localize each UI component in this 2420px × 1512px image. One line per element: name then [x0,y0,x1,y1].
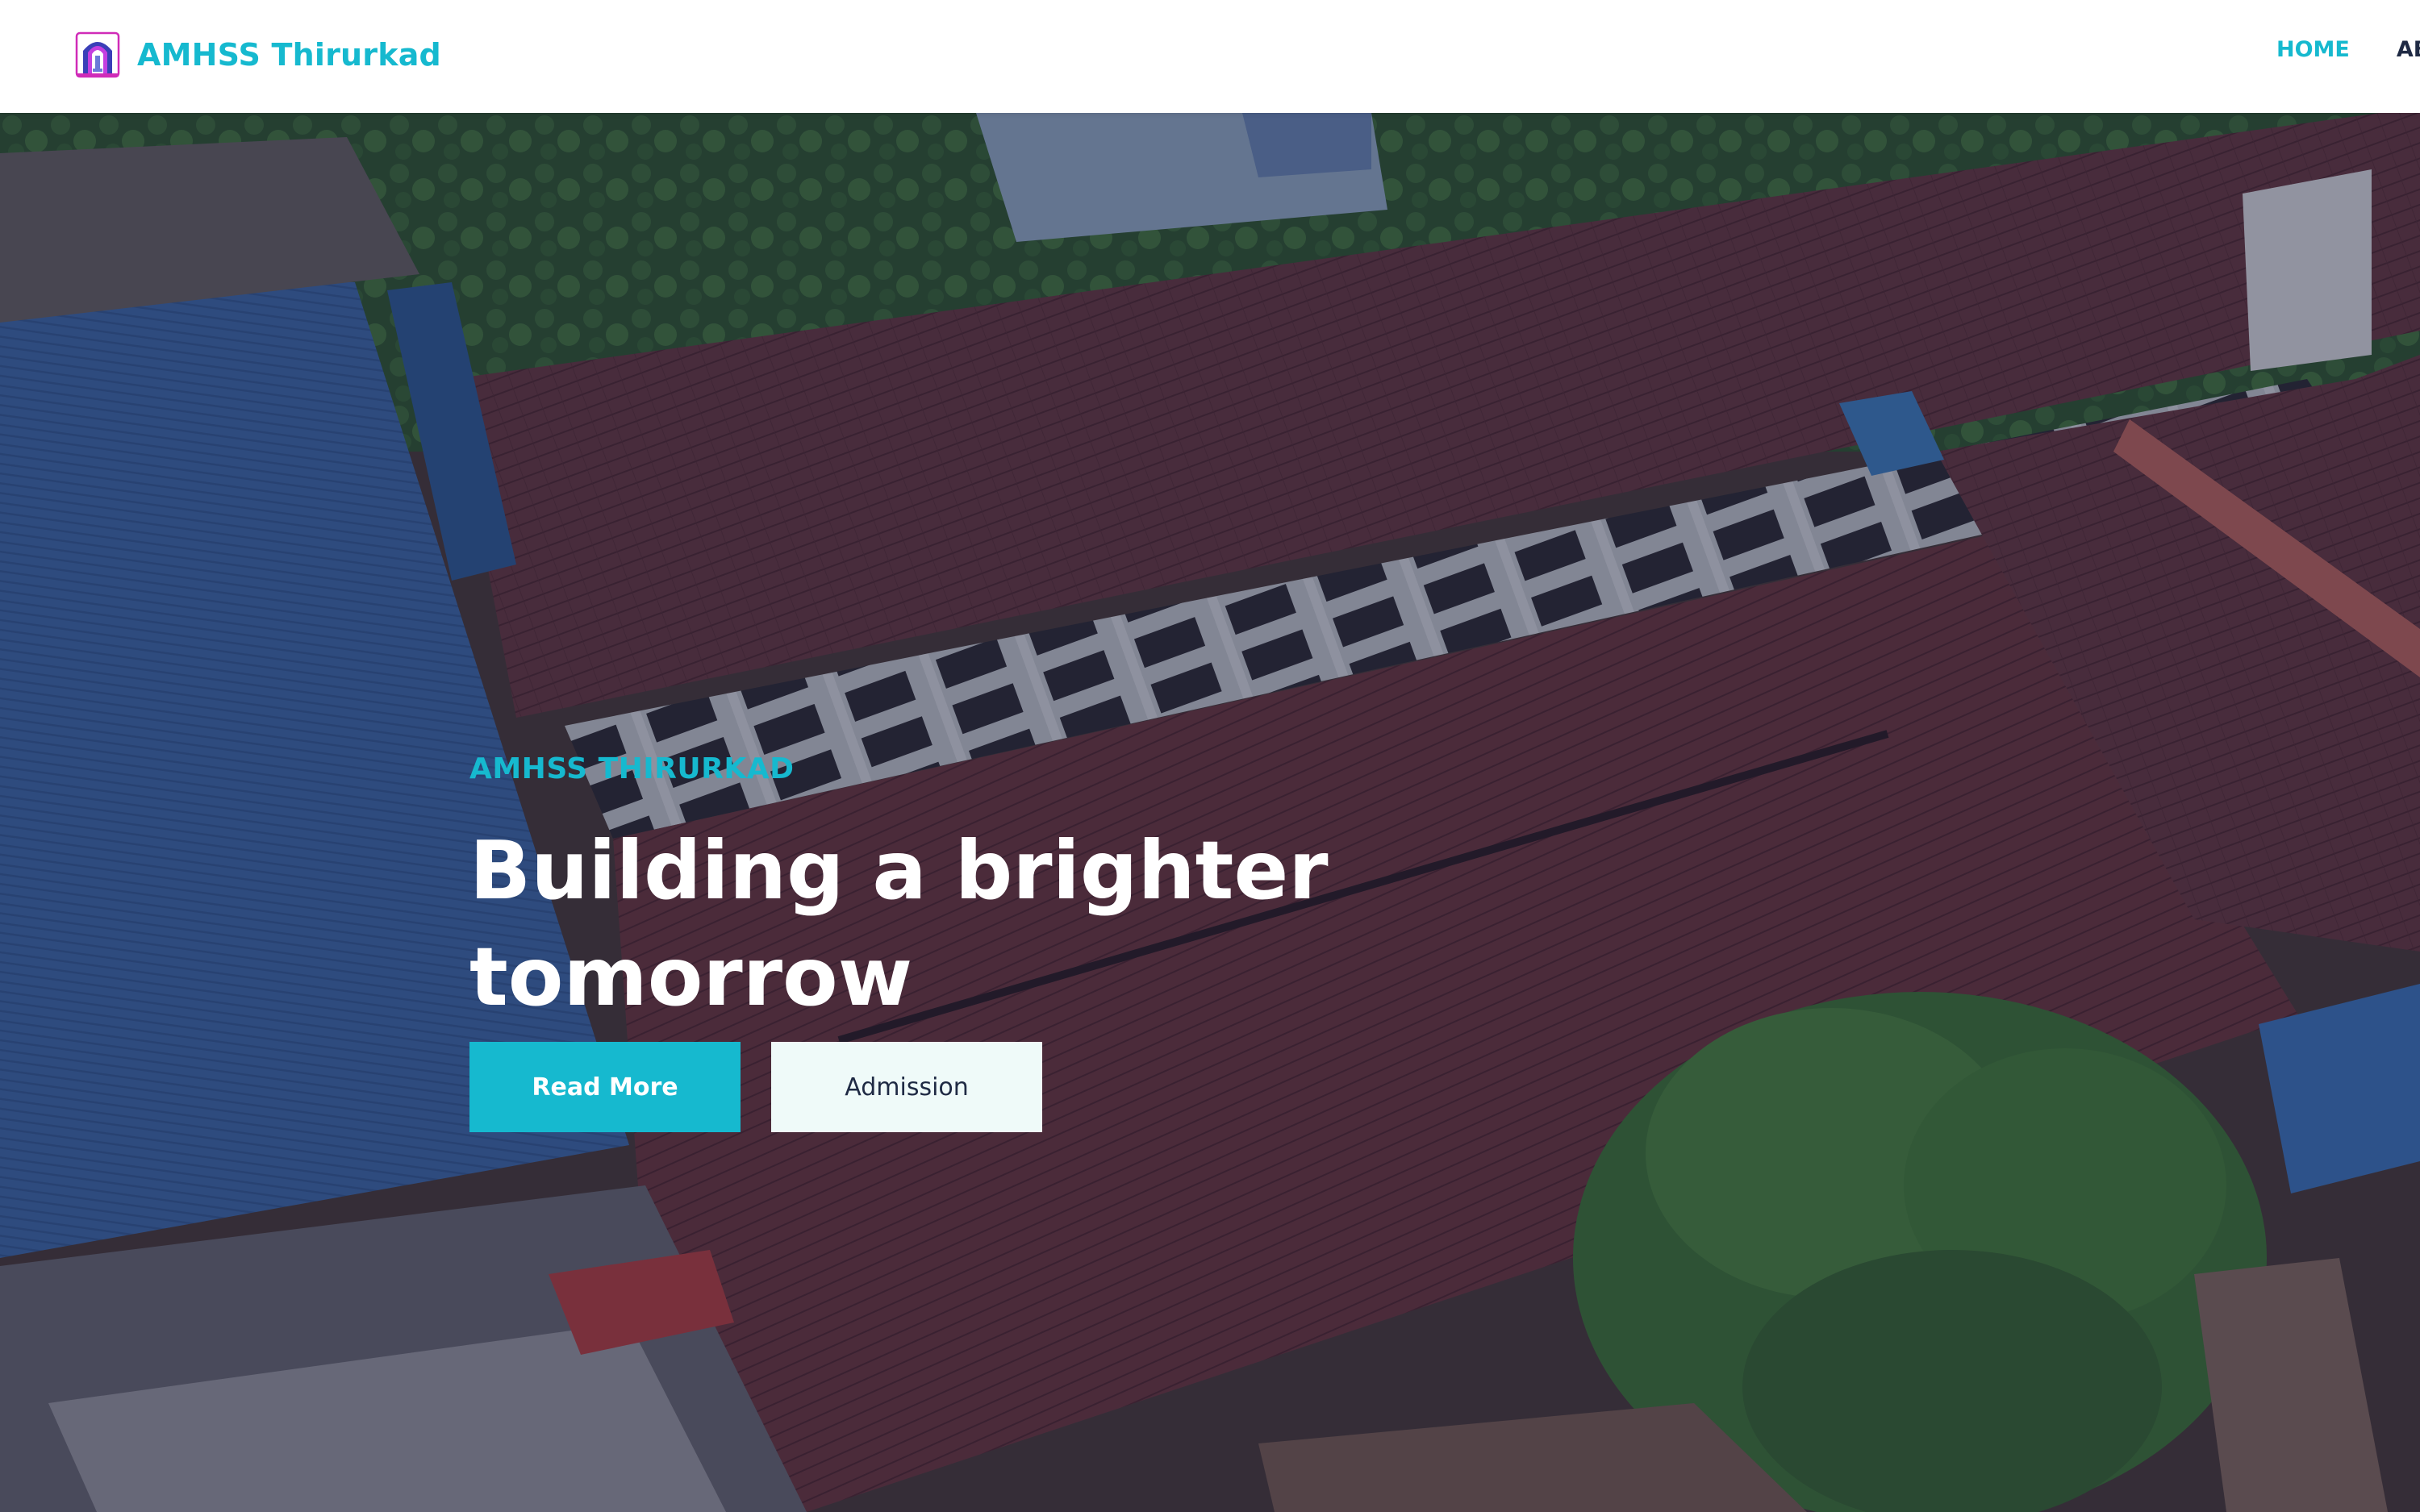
brand-link[interactable]: AMHSS Thirurkad [74,29,441,81]
read-more-button[interactable]: Read More [469,1042,741,1132]
navbar: AMHSS Thirurkad Home About [0,0,2420,113]
nav-link-about[interactable]: About [2397,37,2420,62]
hero-title: Building a brighter tomorrow [469,823,1329,1024]
hero-content: AMHSS THIRURKAD Building a brighter tomo… [469,752,1437,1132]
hero-section: AMHSS THIRURKAD Building a brighter tomo… [0,113,2420,1512]
hero-buttons: Read More Admission [469,1042,1437,1132]
brand-name: AMHSS Thirurkad [137,37,441,73]
main-nav: Home About [2276,37,2420,62]
hero-eyebrow: AMHSS THIRURKAD [469,752,795,785]
admission-button[interactable]: Admission [771,1042,1042,1132]
school-logo-icon [75,31,120,78]
page: AMHSS Thirurkad Home About [0,0,2420,1512]
nav-link-home[interactable]: Home [2276,37,2350,62]
